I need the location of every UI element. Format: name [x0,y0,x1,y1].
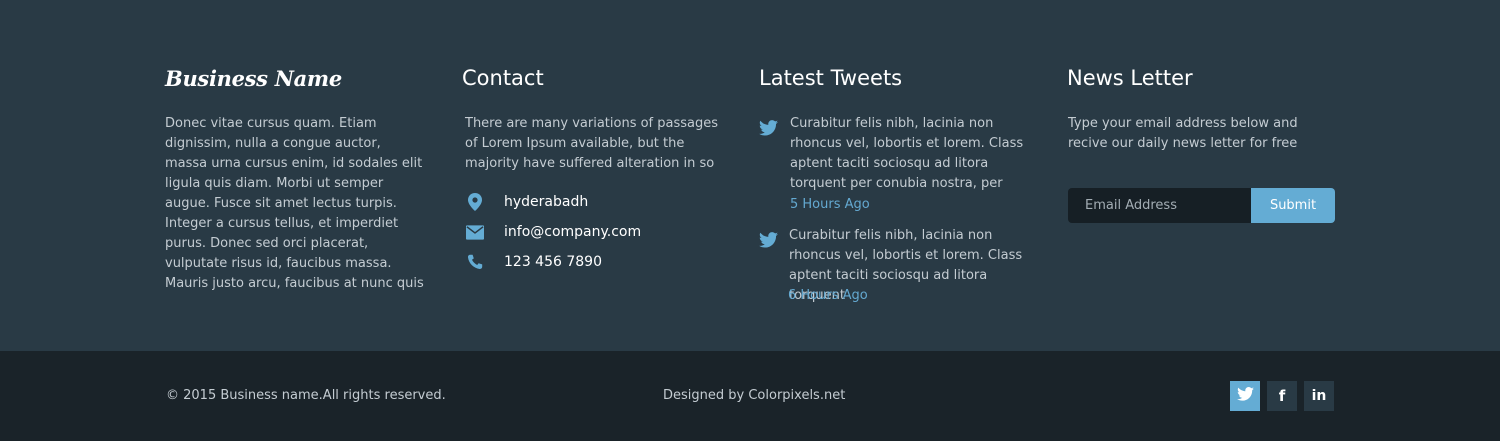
contact-email[interactable]: info@company.com [466,222,641,242]
designer-credit[interactable]: Designed by Colorpixels.net [663,388,845,403]
twitter-icon [759,120,778,140]
contact-title: Contact [462,66,544,90]
tweet-time[interactable]: 5 Hours Ago [790,197,870,212]
twitter-button[interactable] [1230,381,1260,411]
twitter-icon [1236,387,1254,405]
twitter-icon [759,232,778,252]
tweet-time[interactable]: 6 Hours Ago [788,288,868,303]
facebook-icon: f [1278,387,1286,405]
footer-top: Business Name Donec vitae cursus quam. E… [0,0,1500,351]
newsletter-title: News Letter [1067,66,1193,90]
map-marker-icon [466,192,484,212]
footer-bottom: © 2015 Business name.All rights reserved… [0,351,1500,441]
contact-email-text[interactable]: info@company.com [504,224,641,240]
tweets-title: Latest Tweets [759,66,903,90]
facebook-button[interactable]: f [1267,381,1297,411]
linkedin-button[interactable]: in [1304,381,1334,411]
newsletter-text: Type your email address below and recive… [1068,116,1298,151]
copyright-text: © 2015 Business name.All rights reserved… [166,388,446,403]
contact-address: hyderabadh [466,192,588,212]
tweet-text: Curabitur felis nibh, lacinia non rhoncu… [790,116,1024,191]
brand-name[interactable]: Business Name [165,66,342,91]
newsletter-form: Submit [1068,188,1335,223]
phone-icon [466,252,484,272]
contact-address-text: hyderabadh [504,194,589,210]
linkedin-icon: in [1311,388,1327,404]
contact-phone: 123 456 7890 [466,252,602,272]
contact-text: There are many variations of passages of… [465,116,719,171]
contact-phone-text: 123 456 7890 [504,254,602,270]
about-text: Donec vitae cursus quam. Etiam dignissim… [165,116,424,291]
submit-button[interactable]: Submit [1251,188,1335,223]
envelope-icon [466,222,484,242]
email-input[interactable] [1068,188,1251,223]
